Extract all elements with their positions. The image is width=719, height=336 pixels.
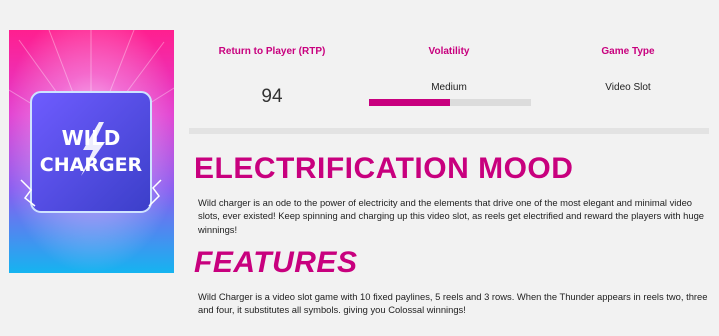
volatility-value: Medium <box>431 82 467 93</box>
features-description: Wild Charger is a video slot game with 1… <box>198 291 708 316</box>
section-divider <box>189 128 709 134</box>
rtp-value: 94 <box>261 86 283 107</box>
mood-description: Wild charger is an ode to the power of e… <box>198 197 705 235</box>
volatility-label: Volatility <box>428 46 470 57</box>
game-thumbnail[interactable]: WILD CHARGER <box>9 30 174 273</box>
game-type-value: Video Slot <box>605 82 651 93</box>
mood-heading: ELECTRIFICATION MOOD <box>194 152 574 185</box>
volatility-bar <box>369 99 531 106</box>
rtp-label: Return to Player (RTP) <box>218 46 326 57</box>
game-type-label: Game Type <box>601 46 655 57</box>
features-heading: FEATURES <box>194 246 358 279</box>
volatility-bar-fill <box>369 99 450 106</box>
